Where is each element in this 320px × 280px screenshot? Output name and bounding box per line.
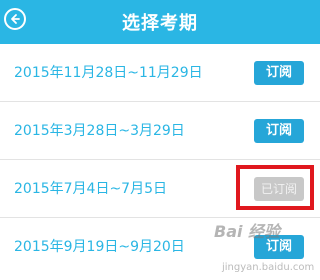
list-item: 2015年3月28日~3月29日 订阅 xyxy=(0,102,320,160)
subscribe-button[interactable]: 订阅 xyxy=(254,235,304,259)
period-date: 2015年3月28日~3月29日 xyxy=(14,123,185,139)
period-date: 2015年7月4日~7月5日 xyxy=(14,181,167,197)
period-date: 2015年11月28日~11月29日 xyxy=(14,65,203,81)
list-item: 2015年9月19日~9月20日 订阅 xyxy=(0,218,320,276)
page-title: 选择考期 xyxy=(122,13,198,34)
subscribed-button[interactable]: 已订阅 xyxy=(254,177,304,201)
app-header: 选择考期 xyxy=(0,0,320,44)
exam-period-list: 2015年11月28日~11月29日 订阅 2015年3月28日~3月29日 订… xyxy=(0,44,320,276)
list-item: 2015年11月28日~11月29日 订阅 xyxy=(0,44,320,102)
list-item: 2015年7月4日~7月5日 已订阅 xyxy=(0,160,320,218)
subscribe-button[interactable]: 订阅 xyxy=(254,119,304,143)
subscribe-button[interactable]: 订阅 xyxy=(254,61,304,85)
period-date: 2015年9月19日~9月20日 xyxy=(14,239,185,255)
